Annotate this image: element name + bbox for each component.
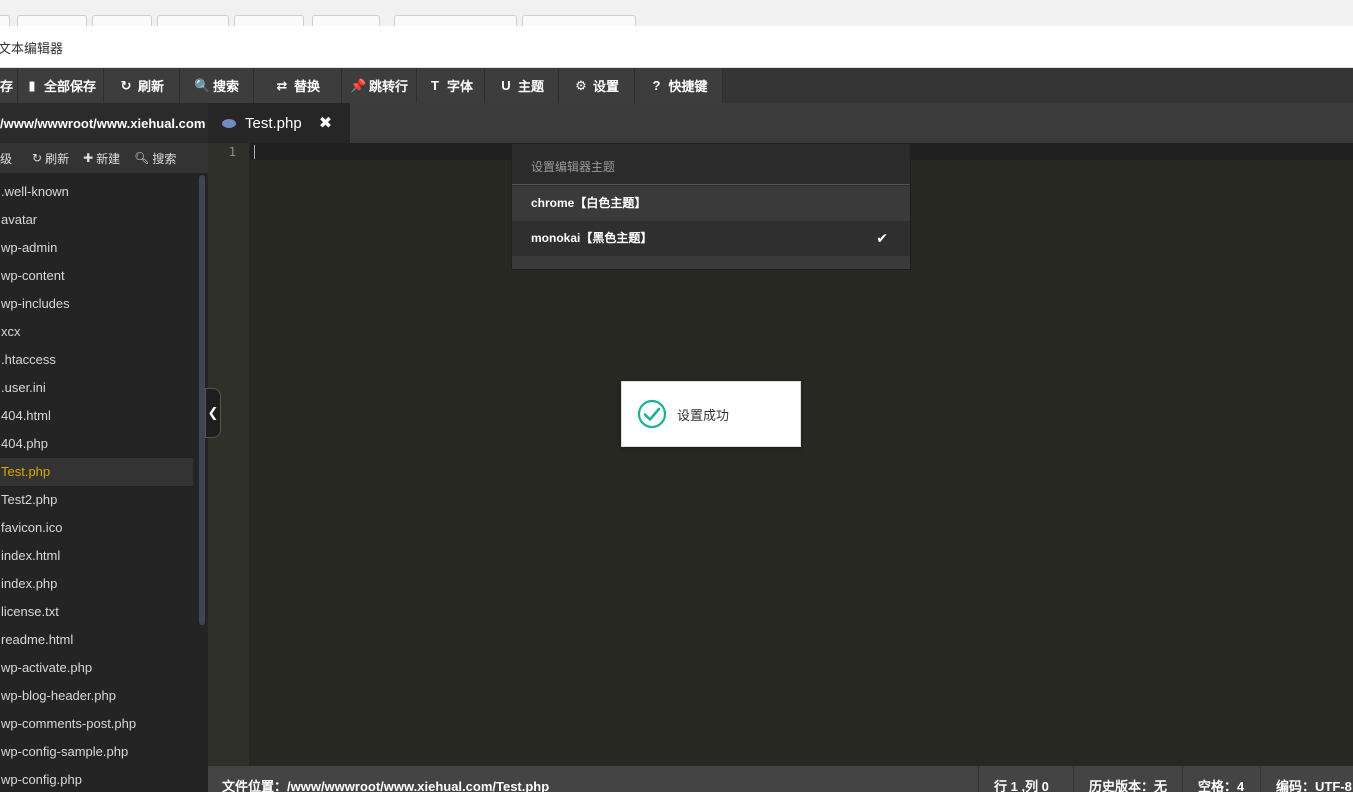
text-cursor — [254, 145, 255, 159]
toolbar-button-label: 设置 — [592, 79, 619, 94]
font-icon: T — [431, 78, 439, 93]
status-divider — [978, 766, 979, 792]
search-icon: 🔍 — [193, 77, 211, 93]
success-check-icon — [637, 399, 667, 429]
toolbar-button-label: 替换 — [293, 79, 320, 94]
plus-icon: ✚ — [83, 151, 94, 165]
collapse-sidebar-button[interactable]: ❮ — [205, 388, 221, 438]
file-item[interactable]: wp-blog-header.php — [0, 682, 193, 710]
status-divider — [1073, 766, 1074, 792]
file-item[interactable]: favicon.ico — [0, 514, 193, 542]
window-title: 文本编辑器 — [0, 41, 64, 56]
close-icon[interactable]: ✖ — [319, 113, 332, 133]
file-item[interactable]: .htaccess — [0, 346, 193, 374]
sidebar-scrollbar[interactable] — [198, 173, 208, 792]
file-item[interactable]: index.php — [0, 570, 193, 598]
tab-label: Test.php — [245, 114, 302, 132]
line-number: 1 — [228, 145, 236, 159]
refresh-icon: ↻ — [32, 151, 43, 165]
toolbar-button-label: 刷新 — [137, 79, 164, 94]
current-directory-path: /www/wwwroot/www.xiehual.com — [0, 116, 206, 131]
status-cursor-position[interactable]: 行 1 ,列 0 — [994, 776, 1049, 792]
status-bar: 文件位置：/www/wwwroot/www.xiehual.com/Test.p… — [208, 766, 1353, 792]
toolbar-refresh-button[interactable]: ↻ 刷新 — [104, 68, 180, 103]
toolbar-save-button[interactable]: 存 — [0, 68, 18, 103]
editor-toolbar: 存 ▮ 全部保存 ↻ 刷新 🔍 搜索 ⇄ 替换 📌 跳转行 T 字体 U 主题 ⚙ 设置? 快捷键 — [0, 68, 1353, 103]
toolbar-button-label: 跳转行 — [368, 79, 408, 94]
toolbar-filler — [723, 68, 1353, 103]
file-item[interactable]: xcx — [0, 318, 193, 346]
search-icon: 🔍︎ — [134, 151, 150, 165]
sidebar-toolbar: 级 ↻ 刷新 ✚ 新建 🔍︎ 搜索 — [0, 143, 208, 173]
file-item[interactable]: wp-admin — [0, 234, 193, 262]
file-item[interactable]: 404.php — [0, 430, 193, 458]
file-item[interactable]: wp-content — [0, 262, 193, 290]
file-item[interactable]: readme.html — [0, 626, 193, 654]
editor-gutter: 1 — [208, 143, 249, 766]
file-item[interactable]: index.html — [0, 542, 193, 570]
toolbar-button-label: 搜索 — [212, 79, 239, 94]
file-item[interactable]: wp-config-sample.php — [0, 738, 193, 766]
toast-message: 设置成功 — [677, 407, 730, 423]
status-file-path: 文件位置：/www/wwwroot/www.xiehual.com/Test.p… — [222, 779, 550, 792]
parent-directory-button[interactable]: 级 — [0, 150, 12, 167]
status-divider — [1182, 766, 1183, 792]
file-list: .well-known avatar wp-admin wp-content wp-in… — [0, 173, 198, 792]
toolbar-button-label: 全部保存 — [43, 79, 96, 94]
sidebar-path-bar: /www/wwwroot/www.xiehual.com — [0, 103, 208, 143]
pin-icon: 📌 — [349, 77, 367, 93]
file-item[interactable]: wp-comments-post.php — [0, 710, 193, 738]
php-file-icon — [222, 118, 236, 128]
tab-test-php[interactable]: Test.php ✖ — [208, 103, 350, 143]
toolbar-save-all-button[interactable]: ▮ 全部保存 — [18, 68, 104, 103]
file-item[interactable]: wp-includes — [0, 290, 193, 318]
file-tab-strip: Test.php ✖ — [208, 103, 1353, 143]
window-titlebar: 文本编辑器 — [0, 26, 1353, 68]
file-item[interactable]: .user.ini — [0, 374, 193, 402]
toolbar-shortcuts-button[interactable]: ? 快捷键 — [635, 68, 723, 103]
check-icon: ✔ — [876, 230, 888, 246]
toolbar-goto-line-button[interactable]: 📌 跳转行 — [342, 68, 417, 103]
file-item[interactable]: Test.php — [0, 458, 193, 486]
file-item[interactable]: 404.html — [0, 402, 193, 430]
theme-menu-footer — [512, 256, 910, 269]
toolbar-button-label: 字体 — [446, 79, 473, 94]
toolbar-search-button[interactable]: 🔍 搜索 — [180, 68, 254, 103]
file-item[interactable]: Test2.php — [0, 486, 193, 514]
file-item[interactable]: license.txt — [0, 598, 193, 626]
sidebar-new-button[interactable]: ✚ 新建 — [83, 150, 120, 167]
sidebar-search-button[interactable]: 🔍︎ 搜索 — [134, 150, 176, 167]
file-item[interactable]: avatar — [0, 206, 193, 234]
replace-icon: ⇄ — [276, 77, 288, 93]
success-toast: 设置成功 — [621, 381, 801, 447]
file-item[interactable]: wp-activate.php — [0, 654, 193, 682]
status-encoding[interactable]: 编码：UTF-8 — [1276, 776, 1352, 792]
status-history[interactable]: 历史版本：无 — [1089, 776, 1167, 792]
sidebar-refresh-button[interactable]: ↻ 刷新 — [32, 150, 69, 167]
gear-icon: ⚙ — [575, 77, 587, 93]
chevron-left-icon: ❮ — [207, 405, 219, 420]
theme-menu: 设置编辑器主题 chrome【白色主题】 monokai【黑色主题】 ✔ — [511, 143, 911, 270]
question-icon: ? — [652, 78, 661, 93]
toolbar-replace-button[interactable]: ⇄ 替换 — [254, 68, 342, 103]
save-icon: ▮ — [28, 77, 36, 93]
file-item[interactable]: wp-config.php — [0, 766, 193, 792]
file-item[interactable]: .well-known — [0, 178, 193, 206]
toolbar-button-label: 快捷键 — [668, 79, 708, 94]
background-page-strip — [0, 0, 1353, 29]
magnet-icon: U — [501, 78, 511, 93]
refresh-icon: ↻ — [120, 77, 132, 93]
toolbar-theme-button[interactable]: U 主题 — [485, 68, 559, 103]
toolbar-button-label: 主题 — [517, 79, 544, 94]
theme-menu-header: 设置编辑器主题 — [512, 144, 910, 185]
toolbar-settings-button[interactable]: ⚙ 设置 — [559, 68, 635, 103]
toolbar-font-button[interactable]: T 字体 — [417, 68, 485, 103]
status-indent[interactable]: 空格：4 — [1198, 776, 1244, 792]
theme-option-monokai[interactable]: monokai【黑色主题】 ✔ — [512, 221, 910, 256]
status-divider — [1260, 766, 1261, 792]
theme-option-chrome[interactable]: chrome【白色主题】 — [512, 186, 910, 221]
